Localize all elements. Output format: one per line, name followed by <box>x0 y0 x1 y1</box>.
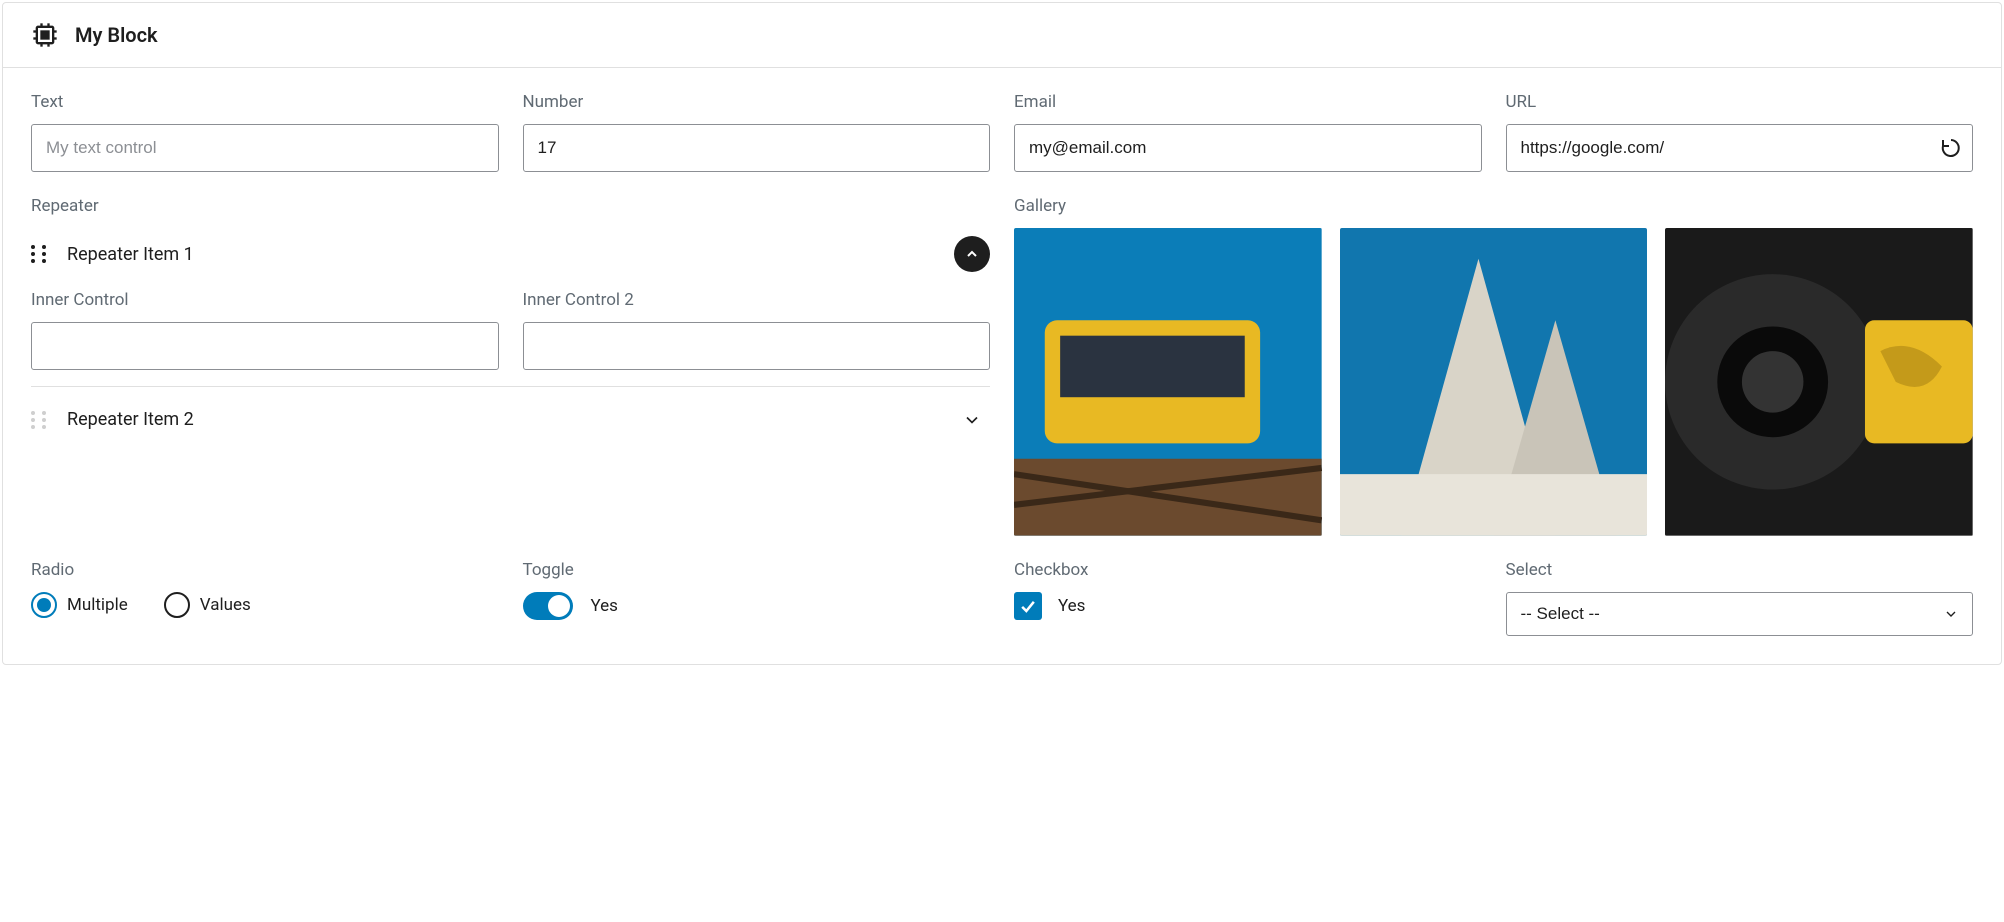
radio-option-label: Values <box>200 595 251 615</box>
radio-option-values[interactable]: Values <box>164 592 251 618</box>
block-panel: My Block Text Number Email URL <box>2 2 2002 665</box>
checkbox-value-label: Yes <box>1058 596 1085 616</box>
number-input[interactable] <box>523 124 991 172</box>
select-label: Select <box>1506 560 1974 580</box>
radio-option-multiple[interactable]: Multiple <box>31 592 128 618</box>
url-input[interactable] <box>1506 124 1974 172</box>
select-field: Select -- Select -- <box>1506 560 1974 636</box>
inner-control-2-input[interactable] <box>523 322 991 370</box>
inner-control-1: Inner Control <box>31 290 499 370</box>
inner-control-1-input[interactable] <box>31 322 499 370</box>
repeater-item-title: Repeater Item 1 <box>67 244 936 265</box>
toggle-switch[interactable] <box>523 592 573 620</box>
radio-label: Radio <box>31 560 499 580</box>
url-field: URL <box>1506 92 1974 172</box>
block-title: My Block <box>75 23 158 47</box>
repeater-item-title: Repeater Item 2 <box>67 409 944 430</box>
email-input[interactable] <box>1014 124 1482 172</box>
gallery-image-2[interactable] <box>1340 228 1648 536</box>
gallery-image-3[interactable] <box>1665 228 1973 536</box>
toggle-label: Toggle <box>523 560 991 580</box>
email-field: Email <box>1014 92 1482 172</box>
toggle-value-label: Yes <box>591 596 618 616</box>
url-label: URL <box>1506 92 1974 112</box>
repeater-item-1[interactable]: Repeater Item 1 <box>31 228 990 280</box>
radio-circle-icon <box>164 592 190 618</box>
text-field: Text <box>31 92 499 172</box>
gallery-label: Gallery <box>1014 196 1973 216</box>
text-label: Text <box>31 92 499 112</box>
repeater-label: Repeater <box>31 196 990 216</box>
repeater-item-2[interactable]: Repeater Item 2 <box>31 401 990 438</box>
number-field: Number <box>523 92 991 172</box>
email-label: Email <box>1014 92 1482 112</box>
drag-handle-icon[interactable] <box>31 411 49 429</box>
toggle-field: Toggle Yes <box>523 560 991 636</box>
gallery-image-1[interactable] <box>1014 228 1322 536</box>
inner-control-1-label: Inner Control <box>31 290 499 310</box>
gallery-field: Gallery <box>1014 196 1973 536</box>
text-input[interactable] <box>31 124 499 172</box>
chevron-up-icon <box>964 246 980 262</box>
submit-icon[interactable] <box>1939 136 1963 160</box>
block-icon <box>31 21 59 49</box>
select-input[interactable]: -- Select -- <box>1506 592 1974 636</box>
check-icon <box>1018 596 1038 616</box>
radio-field: Radio Multiple Values <box>31 560 499 636</box>
number-label: Number <box>523 92 991 112</box>
checkbox-field: Checkbox Yes <box>1014 560 1482 636</box>
radio-circle-icon <box>31 592 57 618</box>
checkbox-label: Checkbox <box>1014 560 1482 580</box>
block-header: My Block <box>3 3 2001 68</box>
repeater-field: Repeater Repeater Item 1 Inner Control I… <box>31 196 990 536</box>
inner-control-2: Inner Control 2 <box>523 290 991 370</box>
inner-control-2-label: Inner Control 2 <box>523 290 991 310</box>
radio-option-label: Multiple <box>67 595 128 615</box>
chevron-down-icon[interactable] <box>962 410 982 430</box>
collapse-button[interactable] <box>954 236 990 272</box>
drag-handle-icon[interactable] <box>31 245 49 263</box>
divider <box>31 386 990 387</box>
checkbox-input[interactable] <box>1014 592 1042 620</box>
